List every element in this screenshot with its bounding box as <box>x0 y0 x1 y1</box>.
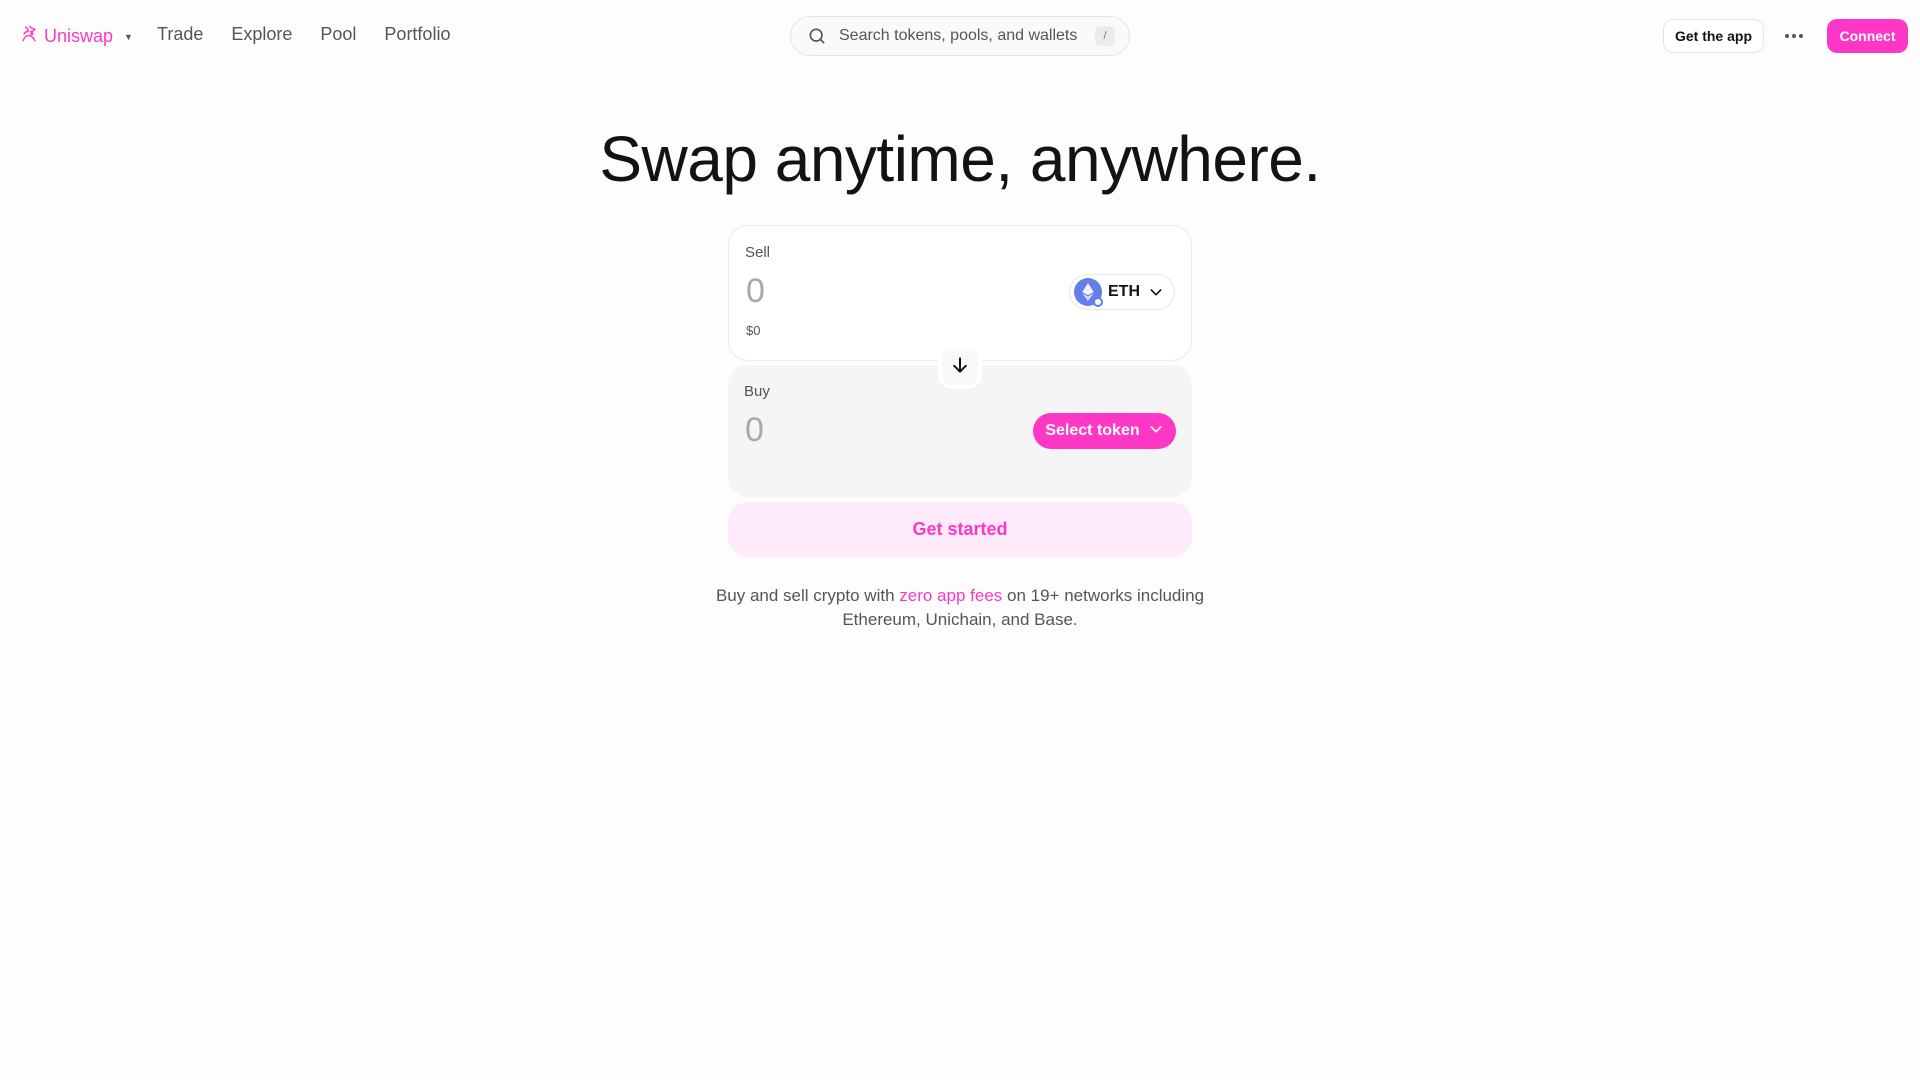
nav-item-portfolio[interactable]: Portfolio <box>384 24 450 45</box>
nav-item-trade[interactable]: Trade <box>157 24 203 45</box>
brand-name: Uniswap <box>44 26 114 46</box>
sell-token-selector[interactable]: ETH <box>1069 274 1175 310</box>
arrow-down-icon <box>950 355 970 380</box>
select-token-label: Select token <box>1045 422 1140 439</box>
top-nav-bar: Uniswap ▼ Trade Explore Pool Portfolio /… <box>0 0 1920 72</box>
select-token-button[interactable]: Select token <box>1033 413 1176 449</box>
main-nav: Trade Explore Pool Portfolio <box>157 24 450 45</box>
search-shortcut-key: / <box>1095 26 1115 46</box>
search-icon <box>807 26 827 46</box>
swap-widget: Sell 0 $0 ETH Buy 0 Select token Get sta… <box>728 225 1192 557</box>
zero-app-fees-link[interactable]: zero app fees <box>899 586 1002 605</box>
more-options-icon[interactable] <box>1782 24 1806 48</box>
sell-amount-input[interactable]: 0 <box>746 272 765 311</box>
buy-amount-input[interactable]: 0 <box>745 411 764 450</box>
sell-panel: Sell 0 $0 ETH <box>728 225 1192 361</box>
tagline-text-end: on 19+ networks including Ethereum, Unic… <box>842 586 1205 629</box>
page-title: Swap anytime, anywhere. <box>599 123 1321 195</box>
brand-menu[interactable]: Uniswap ▼ <box>19 24 133 49</box>
uniswap-logo-icon <box>19 24 39 49</box>
network-badge-icon <box>1093 297 1103 307</box>
connect-button[interactable]: Connect <box>1827 19 1908 53</box>
sell-usd-value: $0 <box>746 323 761 338</box>
tagline-text-start: Buy and sell crypto with <box>715 586 895 605</box>
nav-item-explore[interactable]: Explore <box>231 24 292 45</box>
sell-token-symbol: ETH <box>1108 283 1140 300</box>
search-input[interactable] <box>839 27 1095 45</box>
tagline: Buy and sell crypto with zero app fees o… <box>710 584 1210 632</box>
caret-down-icon: ▼ <box>124 31 133 42</box>
nav-item-pool[interactable]: Pool <box>320 24 356 45</box>
eth-token-icon <box>1074 278 1103 307</box>
swap-direction-button[interactable] <box>938 345 982 389</box>
search-bar[interactable]: / <box>790 16 1130 56</box>
chevron-down-icon <box>1148 284 1164 300</box>
sell-label: Sell <box>745 244 771 261</box>
get-started-button[interactable]: Get started <box>728 502 1192 557</box>
get-the-app-button[interactable]: Get the app <box>1663 19 1764 53</box>
chevron-down-icon <box>1148 421 1164 442</box>
